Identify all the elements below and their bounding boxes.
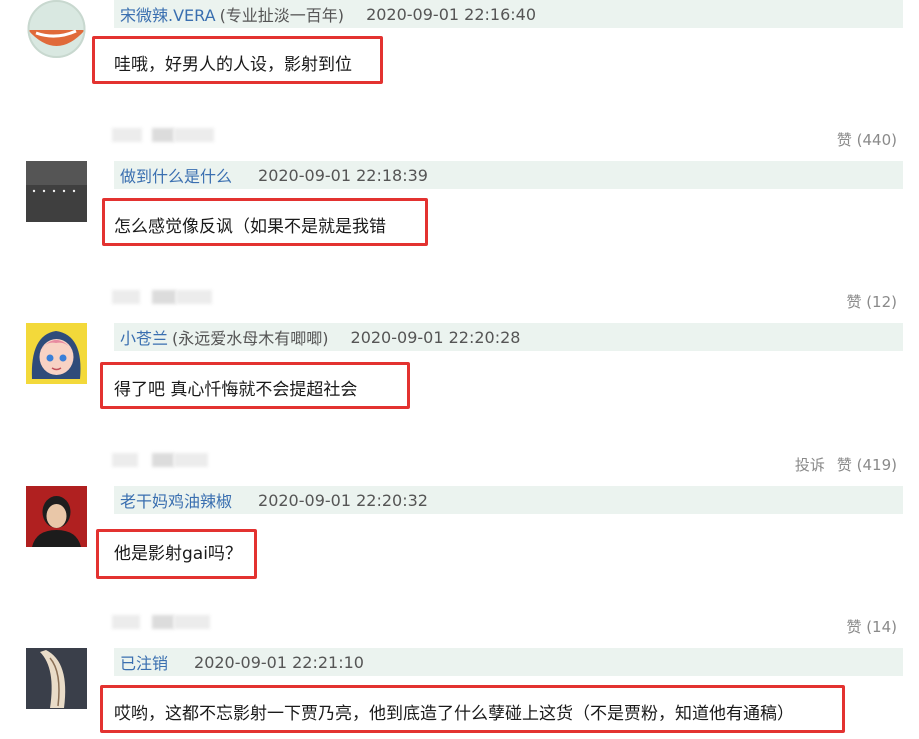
comment-3-meta: 小苍兰 (永远爱水母木有唧唧) 2020-09-01 22:20:28: [114, 323, 903, 351]
comment-2-actions: 赞 (12): [846, 291, 897, 312]
comment-3-username[interactable]: 小苍兰: [114, 325, 168, 349]
comment-3-report-button[interactable]: 投诉: [795, 454, 825, 475]
comment-2-avatar[interactable]: [26, 161, 87, 222]
comment-2-like-button[interactable]: 赞 (12): [846, 291, 897, 312]
comment-5-text: 哎哟，这都不忘影射一下贾乃亮，他到底造了什么孽碰上这货（不是贾粉，知道他有通稿）: [114, 704, 794, 724]
feather-avatar-icon: [26, 648, 87, 709]
comment-1-actions: 赞 (440): [837, 129, 897, 150]
dark-photo-avatar-icon: [26, 161, 87, 222]
portrait-avatar-icon: [26, 486, 87, 547]
comment-3-like-button[interactable]: 赞 (419): [837, 454, 897, 475]
comment-4-time: 2020-09-01 22:20:32: [258, 490, 428, 510]
comment-2-meta: 做到什么是什么 2020-09-01 22:18:39: [114, 161, 903, 189]
comment-4-meta: 老干妈鸡油辣椒 2020-09-01 22:20:32: [114, 486, 903, 514]
comment-4-avatar[interactable]: [26, 486, 87, 547]
cartoon-avatar-icon: [27, 0, 86, 58]
comment-4-actions: 赞 (14): [846, 616, 897, 637]
comment-4-like-button[interactable]: 赞 (14): [846, 616, 897, 637]
blurred-reply-2: [112, 287, 220, 307]
comment-4-text: 他是影射gai吗？: [114, 544, 242, 564]
anime-girl-avatar-icon: [26, 323, 87, 384]
blurred-reply-1: [112, 125, 220, 145]
blurred-reply-3: [112, 450, 220, 470]
comment-3-avatar[interactable]: [26, 323, 87, 384]
comment-1-meta: 宋微辣.VERA (专业扯淡一百年) 2020-09-01 22:16:40: [114, 0, 903, 28]
comment-3-text: 得了吧 真心忏悔就不会提超社会: [114, 380, 358, 400]
comment-2-time: 2020-09-01 22:18:39: [258, 165, 428, 185]
comment-1-like-button[interactable]: 赞 (440): [837, 129, 897, 150]
comment-5-avatar[interactable]: [26, 648, 87, 709]
comment-1-avatar[interactable]: [26, 0, 87, 58]
blurred-reply-4: [112, 612, 220, 632]
comment-1-text: 哇哦，好男人的人设，影射到位: [114, 55, 352, 75]
comment-5-time: 2020-09-01 22:21:10: [194, 652, 364, 672]
comment-5-meta: 已注销 2020-09-01 22:21:10: [114, 648, 903, 676]
comment-3-actions: 投诉 赞 (419): [795, 454, 897, 475]
comment-2-username[interactable]: 做到什么是什么: [114, 163, 232, 187]
comment-3-user-note: (永远爱水母木有唧唧): [172, 329, 329, 348]
comment-4-username[interactable]: 老干妈鸡油辣椒: [114, 488, 232, 512]
comment-1-username[interactable]: 宋微辣.VERA: [114, 2, 216, 26]
comment-2-text: 怎么感觉像反讽（如果不是就是我错: [114, 217, 386, 237]
comment-5-username[interactable]: 已注销: [114, 650, 168, 674]
comment-3-time: 2020-09-01 22:20:28: [350, 327, 521, 347]
comment-1-user-note: (专业扯淡一百年): [219, 6, 345, 25]
comment-1-time: 2020-09-01 22:16:40: [366, 4, 536, 24]
